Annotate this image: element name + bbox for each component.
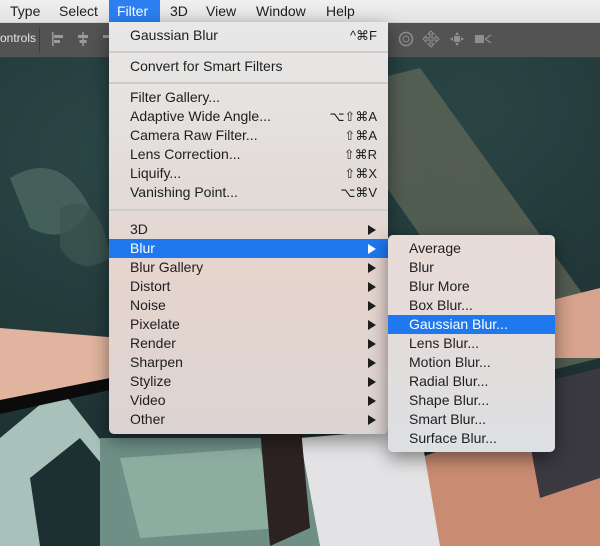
submenu-item-blur[interactable]: Blur	[388, 258, 555, 277]
menu-item-label: Average	[409, 240, 461, 256]
menu-item-label: Smart Blur...	[409, 411, 487, 427]
menu-view[interactable]: View	[198, 0, 244, 22]
menu-item-label: Shape Blur...	[409, 392, 490, 408]
menu-item-label: Box Blur...	[409, 297, 473, 313]
submenu-item-gaussian-blur[interactable]: Gaussian Blur...	[388, 315, 555, 334]
submenu-item-surface-blur[interactable]: Surface Blur...	[388, 429, 555, 448]
menu-window[interactable]: Window	[248, 0, 314, 22]
submenu-arrow-icon	[368, 282, 376, 292]
menu-item-video[interactable]: Video	[109, 391, 388, 410]
submenu-arrow-icon	[368, 358, 376, 368]
submenu-arrow-icon	[368, 377, 376, 387]
menu-item-label: Surface Blur...	[409, 430, 497, 446]
align-left-icon[interactable]	[50, 30, 68, 48]
menu-item-label: Lens Correction...	[130, 146, 241, 162]
submenu-arrow-icon	[368, 263, 376, 273]
menu-item-shortcut: ⌥⌘V	[340, 185, 377, 200]
menu-item-label: Camera Raw Filter...	[130, 127, 258, 143]
menu-item-3d[interactable]: 3D	[109, 220, 388, 239]
menu-item-label: Lens Blur...	[409, 335, 480, 351]
submenu-arrow-icon	[368, 415, 376, 425]
menu-item-label: Other	[130, 411, 166, 427]
menu-item-camera-raw-filter[interactable]: Camera Raw Filter... ⇧⌘A	[109, 126, 388, 145]
menu-item-label: Gaussian Blur	[130, 27, 218, 43]
submenu-item-smart-blur[interactable]: Smart Blur...	[388, 410, 555, 429]
menu-item-label: Noise	[130, 297, 166, 313]
menu-item-render[interactable]: Render	[109, 334, 388, 353]
menu-item-label: Adaptive Wide Angle...	[130, 108, 271, 124]
menu-separator	[109, 51, 388, 53]
submenu-arrow-icon	[368, 320, 376, 330]
menu-item-blur[interactable]: Blur	[109, 239, 388, 258]
menu-separator	[109, 209, 388, 211]
menu-item-last-filter[interactable]: Gaussian Blur ^⌘F	[109, 26, 388, 45]
menu-type[interactable]: Type	[2, 0, 48, 22]
menu-item-shortcut: ⇧⌘R	[343, 147, 377, 162]
menu-item-shortcut: ⌥⇧⌘A	[329, 109, 377, 124]
app-menubar: Type Select Filter 3D View Window Help	[0, 0, 600, 23]
menu-item-sharpen[interactable]: Sharpen	[109, 353, 388, 372]
menu-item-label: Radial Blur...	[409, 373, 489, 389]
menu-select[interactable]: Select	[51, 0, 106, 22]
menu-item-label: Liquify...	[130, 165, 182, 181]
menu-item-label: Render	[130, 335, 176, 351]
menu-separator	[109, 82, 388, 84]
menu-item-label: 3D	[130, 221, 148, 237]
menu-item-vanishing-point[interactable]: Vanishing Point... ⌥⌘V	[109, 183, 388, 202]
menu-item-label: Pixelate	[130, 316, 180, 332]
menu-item-label: Blur Gallery	[130, 259, 204, 275]
submenu-arrow-icon	[368, 301, 376, 311]
menu-item-shortcut: ⇧⌘X	[344, 166, 377, 181]
menu-item-blur-gallery[interactable]: Blur Gallery	[109, 258, 388, 277]
submenu-item-lens-blur[interactable]: Lens Blur...	[388, 334, 555, 353]
menu-item-label: Vanishing Point...	[130, 184, 238, 200]
options-divider	[39, 28, 40, 52]
submenu-item-average[interactable]: Average	[388, 239, 555, 258]
filter-menu: Gaussian Blur ^⌘F Convert for Smart Filt…	[109, 22, 388, 434]
submenu-item-shape-blur[interactable]: Shape Blur...	[388, 391, 555, 410]
menu-item-label: Sharpen	[130, 354, 183, 370]
menu-item-stylize[interactable]: Stylize	[109, 372, 388, 391]
menu-item-lens-correction[interactable]: Lens Correction... ⇧⌘R	[109, 145, 388, 164]
pan-3d-icon[interactable]	[422, 30, 440, 48]
menu-item-filter-gallery[interactable]: Filter Gallery...	[109, 88, 388, 107]
menu-item-label: Gaussian Blur...	[409, 316, 508, 332]
menu-item-liquify[interactable]: Liquify... ⇧⌘X	[109, 164, 388, 183]
menu-item-label: Stylize	[130, 373, 172, 389]
submenu-arrow-icon	[368, 244, 376, 254]
menu-help[interactable]: Help	[318, 0, 363, 22]
transform-controls-label: ontrols	[0, 31, 37, 45]
menu-item-label: Blur	[130, 240, 155, 256]
submenu-arrow-icon	[368, 225, 376, 235]
menu-item-label: Convert for Smart Filters	[130, 58, 283, 74]
menu-3d[interactable]: 3D	[162, 0, 196, 22]
menu-item-convert-smart-filters[interactable]: Convert for Smart Filters	[109, 57, 388, 76]
menu-item-shortcut: ⇧⌘A	[344, 128, 377, 143]
menu-item-label: Blur	[409, 259, 434, 275]
orbit-3d-icon[interactable]	[397, 30, 415, 48]
submenu-item-box-blur[interactable]: Box Blur...	[388, 296, 555, 315]
menu-item-label: Blur More	[409, 278, 470, 294]
menu-item-shortcut: ^⌘F	[349, 28, 377, 43]
menu-item-pixelate[interactable]: Pixelate	[109, 315, 388, 334]
submenu-arrow-icon	[368, 396, 376, 406]
menu-item-other[interactable]: Other	[109, 410, 388, 429]
submenu-item-radial-blur[interactable]: Radial Blur...	[388, 372, 555, 391]
slide-3d-icon[interactable]	[448, 30, 466, 48]
blur-submenu: Average Blur Blur More Box Blur... Gauss…	[388, 235, 555, 452]
menu-item-label: Filter Gallery...	[130, 89, 220, 105]
menu-item-noise[interactable]: Noise	[109, 296, 388, 315]
submenu-item-motion-blur[interactable]: Motion Blur...	[388, 353, 555, 372]
menu-item-label: Motion Blur...	[409, 354, 491, 370]
menu-filter[interactable]: Filter	[109, 0, 160, 22]
submenu-item-blur-more[interactable]: Blur More	[388, 277, 555, 296]
menu-item-label: Video	[130, 392, 166, 408]
align-center-icon[interactable]	[74, 30, 92, 48]
submenu-arrow-icon	[368, 339, 376, 349]
menu-item-adaptive-wide-angle[interactable]: Adaptive Wide Angle... ⌥⇧⌘A	[109, 107, 388, 126]
menu-item-label: Distort	[130, 278, 171, 294]
video-camera-3d-icon[interactable]	[474, 30, 492, 48]
menu-item-distort[interactable]: Distort	[109, 277, 388, 296]
